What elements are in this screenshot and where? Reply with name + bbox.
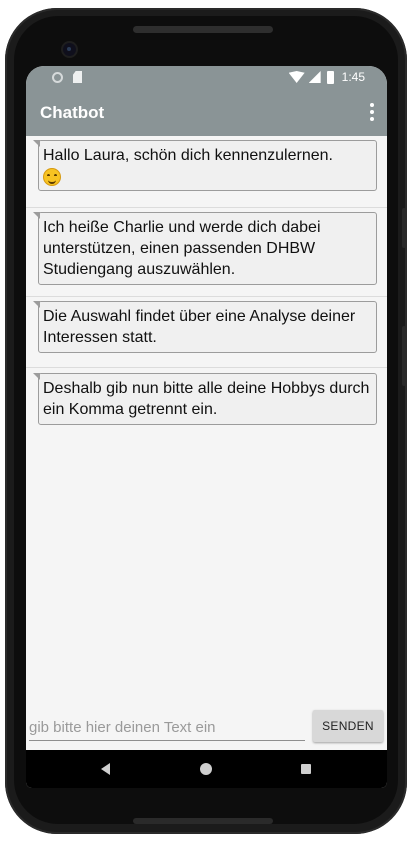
battery-icon <box>326 70 334 84</box>
wifi-icon <box>288 71 305 83</box>
power-button <box>402 326 406 386</box>
app-title: Chatbot <box>40 103 105 122</box>
sd-card-icon <box>73 71 82 83</box>
front-camera <box>63 43 76 56</box>
message-input[interactable] <box>29 714 305 741</box>
recent-apps-icon[interactable] <box>301 764 311 774</box>
input-area: SENDEN <box>26 706 387 750</box>
chat-bubble: Deshalb gib nun bitte alle deine Hobbys … <box>33 373 377 425</box>
message-row: Deshalb gib nun bitte alle deine Hobbys … <box>26 368 387 434</box>
message-list[interactable]: Hallo Laura, schön dich kennenzulernen. … <box>26 136 387 434</box>
home-icon[interactable] <box>200 763 212 775</box>
app-bar: Chatbot <box>26 90 387 136</box>
status-bar: 1:45 <box>26 66 387 90</box>
message-text: Die Auswahl findet über eine Analyse dei… <box>43 308 356 346</box>
message-text: Hallo Laura, schön dich kennenzulernen. <box>43 147 333 164</box>
navigation-bar <box>26 750 387 788</box>
signal-icon <box>308 71 321 83</box>
message-text: Deshalb gib nun bitte alle deine Hobbys … <box>43 380 370 418</box>
chat-bubble: Ich heiße Charlie und werde dich dabei u… <box>33 212 377 285</box>
back-icon[interactable] <box>101 763 110 775</box>
earpiece-speaker <box>133 26 273 33</box>
message-row: Die Auswahl findet über eine Analyse dei… <box>26 297 387 368</box>
message-row: Hallo Laura, schön dich kennenzulernen. <box>26 136 387 208</box>
chat-bubble: Die Auswahl findet über eine Analyse dei… <box>33 301 377 353</box>
more-vert-icon[interactable] <box>369 103 375 121</box>
message-row: Ich heiße Charlie und werde dich dabei u… <box>26 208 387 297</box>
send-button[interactable]: SENDEN <box>313 710 383 742</box>
smiling-face-icon <box>43 167 61 186</box>
message-text: Ich heiße Charlie und werde dich dabei u… <box>43 219 321 278</box>
circle-icon <box>52 71 63 83</box>
status-time: 1:45 <box>341 70 365 84</box>
bottom-speaker <box>133 818 273 824</box>
volume-button <box>402 208 406 248</box>
chat-bubble: Hallo Laura, schön dich kennenzulernen. <box>33 140 377 191</box>
screen: 1:45 Chatbot Hallo Laura, schön dich ken… <box>26 66 387 788</box>
